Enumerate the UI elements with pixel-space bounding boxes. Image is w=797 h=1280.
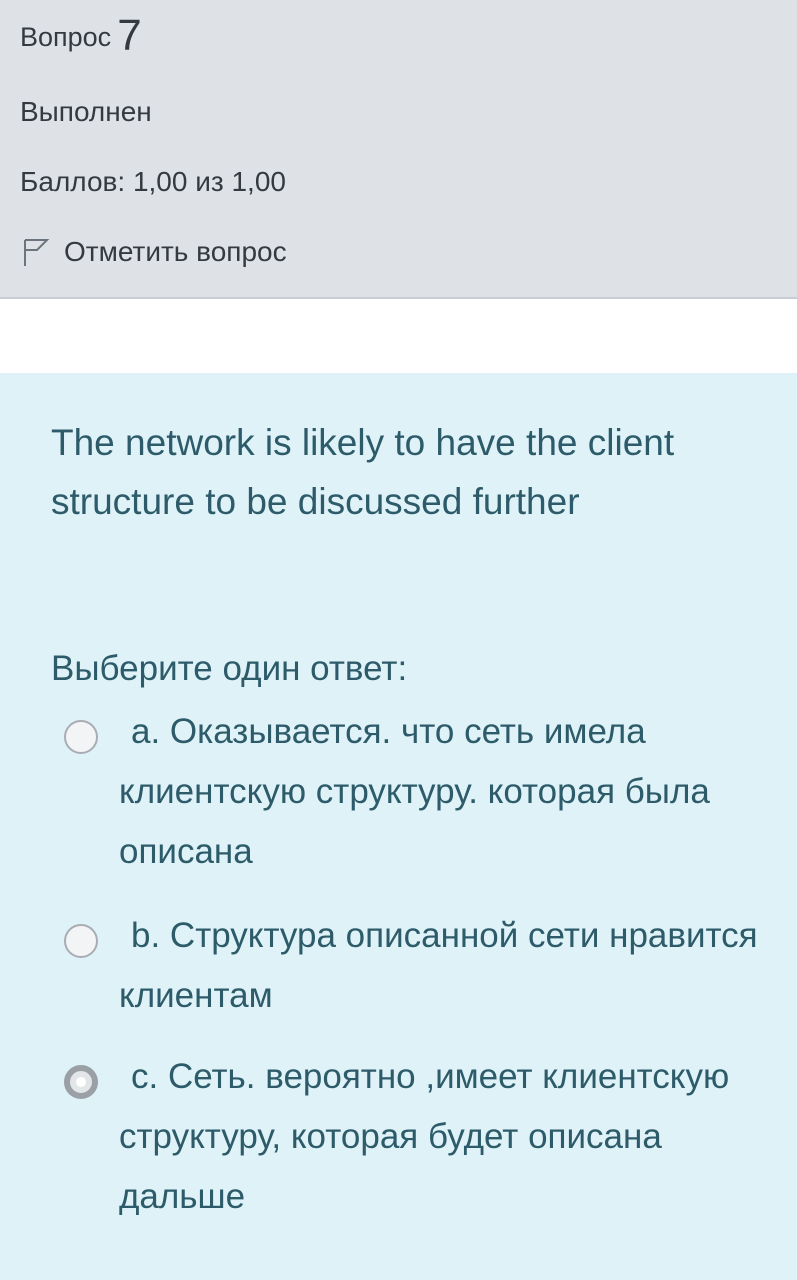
flag-outline-icon (20, 236, 50, 268)
question-text: The network is likely to have the client… (51, 422, 675, 522)
question-label: Вопрос (20, 22, 112, 52)
question-content: The network is likely to have the client… (0, 373, 797, 1280)
radio-b[interactable] (64, 924, 98, 958)
answer-option-b-text: b. Структура описанной сети нравится кли… (119, 916, 758, 1015)
question-state: Выполнен (20, 96, 152, 127)
flag-question-label: Отметить вопрос (64, 236, 287, 267)
answer-option-a-text: a. Оказывается. что сеть имела клиентску… (119, 712, 710, 871)
question-grade: Баллов: 1,00 из 1,00 (20, 166, 286, 197)
radio-c-selected[interactable] (64, 1065, 98, 1099)
question-number: Вопрос 7 (20, 14, 142, 58)
answer-prompt: Выберите один ответ: (51, 649, 408, 688)
answer-option-c-text: c. Сеть. вероятно ,имеет клиентскую стру… (119, 1057, 730, 1216)
question-number-value: 7 (117, 11, 142, 60)
flag-question-button[interactable]: Отметить вопрос (20, 236, 287, 268)
question-info-panel: Вопрос 7 Выполнен Баллов: 1,00 из 1,00 От… (0, 0, 797, 299)
radio-a[interactable] (64, 720, 98, 754)
